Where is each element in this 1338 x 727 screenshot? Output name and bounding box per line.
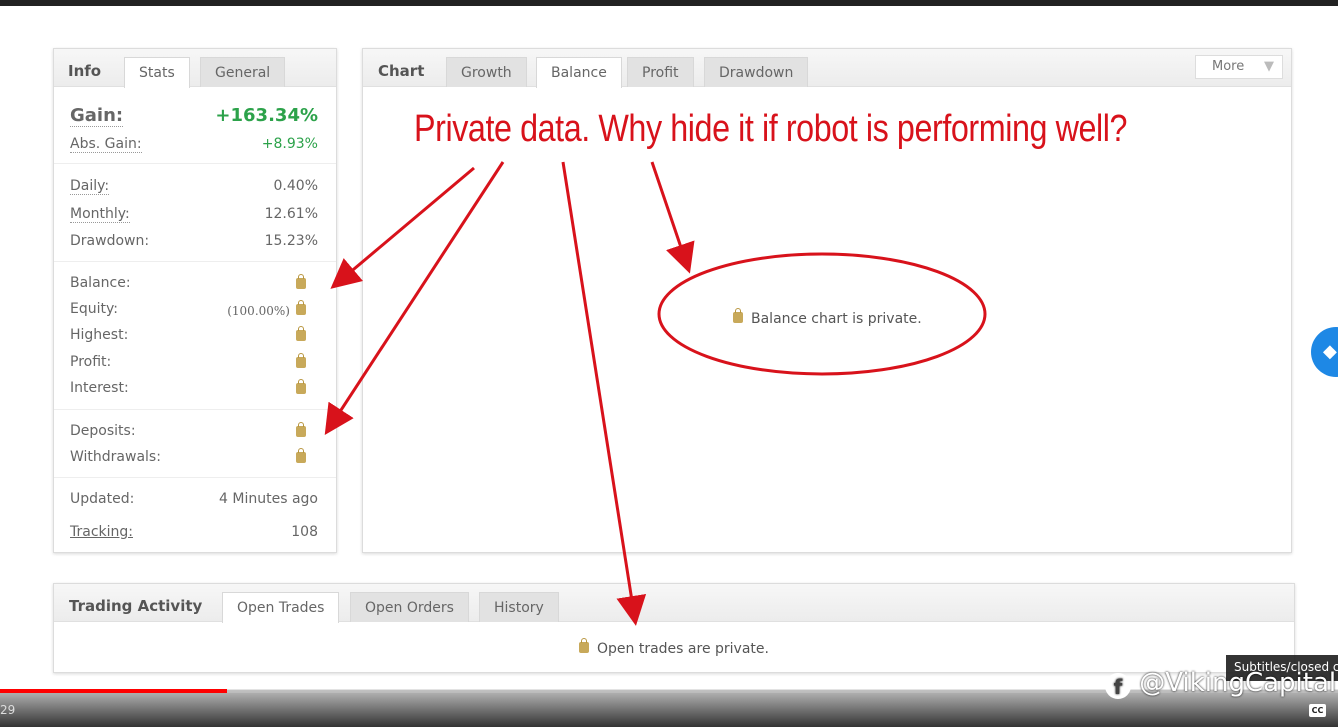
cc-button[interactable]: CC (1309, 704, 1326, 717)
drawdown-value: 15.23% (264, 233, 318, 249)
interest-label: Interest: (70, 380, 129, 396)
lock-icon (296, 422, 306, 437)
tab-stats[interactable]: Stats (124, 57, 190, 88)
activity-title: Trading Activity (69, 597, 203, 615)
gain-label: Gain: (70, 105, 124, 127)
updated-value: 4 Minutes ago (219, 491, 318, 507)
tracking-value: 108 (291, 524, 318, 540)
dropbox-icon: ◆ (1323, 341, 1337, 362)
deposits-label: Deposits: (70, 423, 136, 439)
gain-value: +163.34% (215, 105, 318, 126)
video-time: 29 (0, 703, 16, 717)
tab-history[interactable]: History (479, 592, 559, 622)
open-trades-private-text: Open trades are private. (597, 641, 769, 657)
abs-gain-value: +8.93% (261, 136, 318, 152)
info-panel: Info Stats General Gain: +163.34% Abs. Ga… (53, 48, 337, 553)
monthly-label: Monthly: (70, 206, 130, 223)
watermark: f @VikingCapital (1105, 668, 1336, 699)
tab-drawdown[interactable]: Drawdown (704, 57, 809, 87)
tab-open-orders[interactable]: Open Orders (350, 592, 469, 622)
open-trades-private-message: Open trades are private. (579, 638, 769, 657)
progress-played (0, 689, 228, 693)
more-label: More (1212, 59, 1245, 74)
balance-private-message: Balance chart is private. (733, 308, 922, 327)
tab-balance[interactable]: Balance (536, 57, 622, 88)
info-title: Info (68, 62, 102, 80)
profit-label: Profit: (70, 354, 112, 370)
watermark-text: @VikingCapital (1139, 668, 1337, 698)
tab-growth[interactable]: Growth (446, 57, 527, 87)
tab-general[interactable]: General (200, 57, 286, 87)
lock-icon (296, 326, 306, 341)
equity-value: (100.00%) (227, 304, 290, 318)
tab-profit[interactable]: Profit (627, 57, 694, 87)
balance-private-text: Balance chart is private. (751, 311, 922, 327)
video-top-bar (0, 0, 1338, 6)
balance-label: Balance: (70, 275, 131, 291)
chart-title: Chart (378, 62, 425, 80)
lock-icon (296, 300, 306, 315)
tab-open-trades[interactable]: Open Trades (222, 592, 340, 623)
lock-icon (296, 274, 306, 289)
monthly-value: 12.61% (264, 206, 318, 222)
lock-icon (579, 638, 589, 653)
drawdown-label: Drawdown: (70, 233, 150, 249)
trading-activity-panel: Trading Activity Open Trades Open Orders… (53, 583, 1295, 673)
withdrawals-label: Withdrawals: (70, 449, 161, 465)
updated-label: Updated: (70, 491, 135, 507)
side-widget-button[interactable]: ◆ (1311, 327, 1338, 377)
annotation-text: Private data. Why hide it if robot is pe… (414, 108, 1128, 150)
lock-icon (296, 379, 306, 394)
chevron-down-icon: ▼ (1264, 59, 1274, 74)
daily-value: 0.40% (273, 178, 318, 194)
lock-icon (296, 448, 306, 463)
lock-icon (733, 308, 743, 323)
equity-label: Equity: (70, 301, 118, 317)
lock-icon (296, 353, 306, 368)
more-dropdown[interactable]: More ▼ (1195, 55, 1283, 79)
highest-label: Highest: (70, 327, 129, 343)
tracking-link[interactable]: Tracking: (70, 524, 133, 540)
facebook-icon: f (1105, 673, 1131, 699)
daily-label: Daily: (70, 178, 110, 195)
abs-gain-label: Abs. Gain: (70, 136, 142, 153)
